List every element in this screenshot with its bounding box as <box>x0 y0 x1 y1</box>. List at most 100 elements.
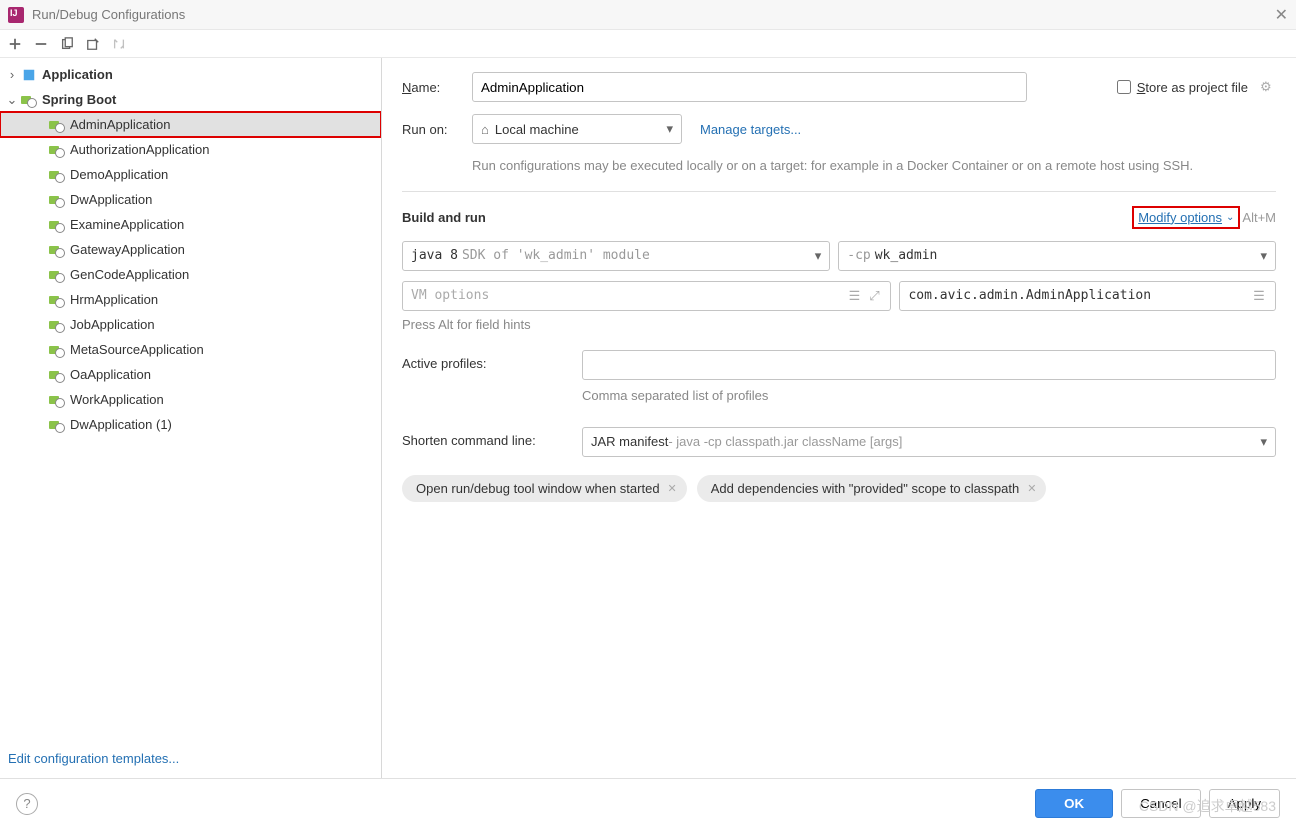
config-tree[interactable]: › Application ⌄ Spring Boot AdminApplica… <box>0 58 381 739</box>
tree-label: AdminApplication <box>70 117 170 132</box>
tree-label: MetaSourceApplication <box>70 342 204 357</box>
spring-boot-icon <box>48 142 66 158</box>
spring-boot-icon <box>20 92 38 108</box>
spring-boot-icon <box>48 117 66 133</box>
store-label: Store as project file <box>1137 80 1248 95</box>
home-icon: ⌂ <box>481 122 489 137</box>
tree-label: OaApplication <box>70 367 151 382</box>
chip-label: Add dependencies with "provided" scope t… <box>711 481 1019 496</box>
config-tree-pane: › Application ⌄ Spring Boot AdminApplica… <box>0 58 382 778</box>
jdk-value: java 8 <box>411 248 458 263</box>
manage-targets-link[interactable]: Manage targets... <box>700 122 801 137</box>
shorten-cmd-select[interactable]: JAR manifest - java -cp classpath.jar cl… <box>582 427 1276 457</box>
main-class-value: com.avic.admin.AdminApplication <box>908 288 1247 303</box>
chip-label: Open run/debug tool window when started <box>416 481 660 496</box>
main-class-input[interactable]: com.avic.admin.AdminApplication ☰ <box>899 281 1276 311</box>
tree-item[interactable]: MetaSourceApplication <box>0 337 381 362</box>
window-title-bar: Run/Debug Configurations ✕ <box>0 0 1296 30</box>
tree-label: WorkApplication <box>70 392 164 407</box>
tree-label: AuthorizationApplication <box>70 142 209 157</box>
tree-item[interactable]: WorkApplication <box>0 387 381 412</box>
apply-button[interactable]: Apply <box>1209 789 1280 818</box>
spring-boot-icon <box>48 167 66 183</box>
jdk-module: SDK of 'wk_admin' module <box>462 248 650 263</box>
tree-item[interactable]: DwApplication (1) <box>0 412 381 437</box>
spring-boot-icon <box>48 242 66 258</box>
spring-boot-icon <box>48 217 66 233</box>
vm-options-input[interactable]: VM options ☰ ⤢ <box>402 281 891 311</box>
list-icon[interactable]: ☰ <box>846 288 862 304</box>
tree-item[interactable]: DwApplication <box>0 187 381 212</box>
tree-group-application[interactable]: › Application <box>0 62 381 87</box>
remove-chip-icon[interactable]: ✕ <box>668 482 677 495</box>
expand-icon[interactable]: ⤢ <box>866 288 882 304</box>
tree-item[interactable]: AuthorizationApplication <box>0 137 381 162</box>
gear-icon[interactable]: ⚙ <box>1260 79 1276 95</box>
chevron-down-icon: ▾ <box>815 248 822 264</box>
spring-boot-icon <box>48 392 66 408</box>
option-chip-provided-scope[interactable]: Add dependencies with "provided" scope t… <box>697 475 1047 502</box>
tree-label: Spring Boot <box>42 92 116 107</box>
shorten-cmd-label: Shorten command line: <box>402 427 582 448</box>
help-button[interactable]: ? <box>16 793 38 815</box>
ok-button[interactable]: OK <box>1035 789 1113 818</box>
main-content: › Application ⌄ Spring Boot AdminApplica… <box>0 58 1296 778</box>
chevron-down-icon: ▾ <box>1260 434 1267 450</box>
edit-templates-link[interactable]: Edit configuration templates... <box>0 739 381 778</box>
modify-options-link[interactable]: Modify options ⌄ <box>1134 208 1238 227</box>
tree-label: DemoApplication <box>70 167 168 182</box>
classpath-select[interactable]: -cp wk_admin ▾ <box>838 241 1276 271</box>
tree-label: JobApplication <box>70 317 155 332</box>
close-icon[interactable]: ✕ <box>1275 5 1288 25</box>
chevron-down-icon: ▾ <box>666 121 673 137</box>
active-profiles-input[interactable] <box>582 350 1276 380</box>
alt-hint: Press Alt for field hints <box>402 317 1276 332</box>
remove-chip-icon[interactable]: ✕ <box>1027 482 1036 495</box>
active-profiles-label: Active profiles: <box>402 350 582 371</box>
tree-label: DwApplication (1) <box>70 417 172 432</box>
jdk-select[interactable]: java 8 SDK of 'wk_admin' module ▾ <box>402 241 830 271</box>
store-as-project-option[interactable]: Store as project file ⚙ <box>1117 79 1276 95</box>
tree-item[interactable]: JobApplication <box>0 312 381 337</box>
profiles-hint: Comma separated list of profiles <box>582 388 1276 403</box>
tree-item[interactable]: HrmApplication <box>0 287 381 312</box>
spring-boot-icon <box>48 317 66 333</box>
copy-config-button[interactable] <box>56 33 78 55</box>
application-icon <box>20 67 38 83</box>
run-on-select[interactable]: ⌂ Local machine ▾ <box>472 114 682 144</box>
tree-item[interactable]: ExamineApplication <box>0 212 381 237</box>
option-chip-tool-window[interactable]: Open run/debug tool window when started … <box>402 475 687 502</box>
name-input[interactable] <box>472 72 1027 102</box>
tree-label: GenCodeApplication <box>70 267 189 282</box>
sort-config-button[interactable] <box>108 33 130 55</box>
run-on-value: Local machine <box>495 122 579 137</box>
spring-boot-icon <box>48 292 66 308</box>
tree-item[interactable]: GenCodeApplication <box>0 262 381 287</box>
tree-group-springboot[interactable]: ⌄ Spring Boot <box>0 87 381 112</box>
remove-config-button[interactable] <box>30 33 52 55</box>
add-config-button[interactable] <box>4 33 26 55</box>
config-form-pane: Name: Store as project file ⚙ Run on: ⌂ … <box>382 58 1296 778</box>
save-config-button[interactable] <box>82 33 104 55</box>
store-checkbox[interactable] <box>1117 80 1131 94</box>
spring-boot-icon <box>48 192 66 208</box>
cancel-button[interactable]: Cancel <box>1121 789 1201 818</box>
build-run-header: Build and run <box>402 210 486 225</box>
tree-label: Application <box>42 67 113 82</box>
tree-item[interactable]: AdminApplication <box>0 112 381 137</box>
intellij-icon <box>8 7 24 23</box>
shorten-hint: - java -cp classpath.jar className [args… <box>668 434 902 449</box>
tree-item[interactable]: GatewayApplication <box>0 237 381 262</box>
list-icon[interactable]: ☰ <box>1251 288 1267 304</box>
chevron-down-icon: ⌄ <box>4 92 20 108</box>
spring-boot-icon <box>48 417 66 433</box>
shortcut-hint: Alt+M <box>1242 210 1276 225</box>
tree-label: ExamineApplication <box>70 217 184 232</box>
window-title: Run/Debug Configurations <box>32 7 1275 22</box>
run-on-hint: Run configurations may be executed local… <box>472 156 1276 177</box>
tree-item[interactable]: OaApplication <box>0 362 381 387</box>
tree-item[interactable]: DemoApplication <box>0 162 381 187</box>
tree-label: HrmApplication <box>70 292 158 307</box>
chevron-down-icon: ▾ <box>1260 248 1267 264</box>
spring-boot-icon <box>48 367 66 383</box>
